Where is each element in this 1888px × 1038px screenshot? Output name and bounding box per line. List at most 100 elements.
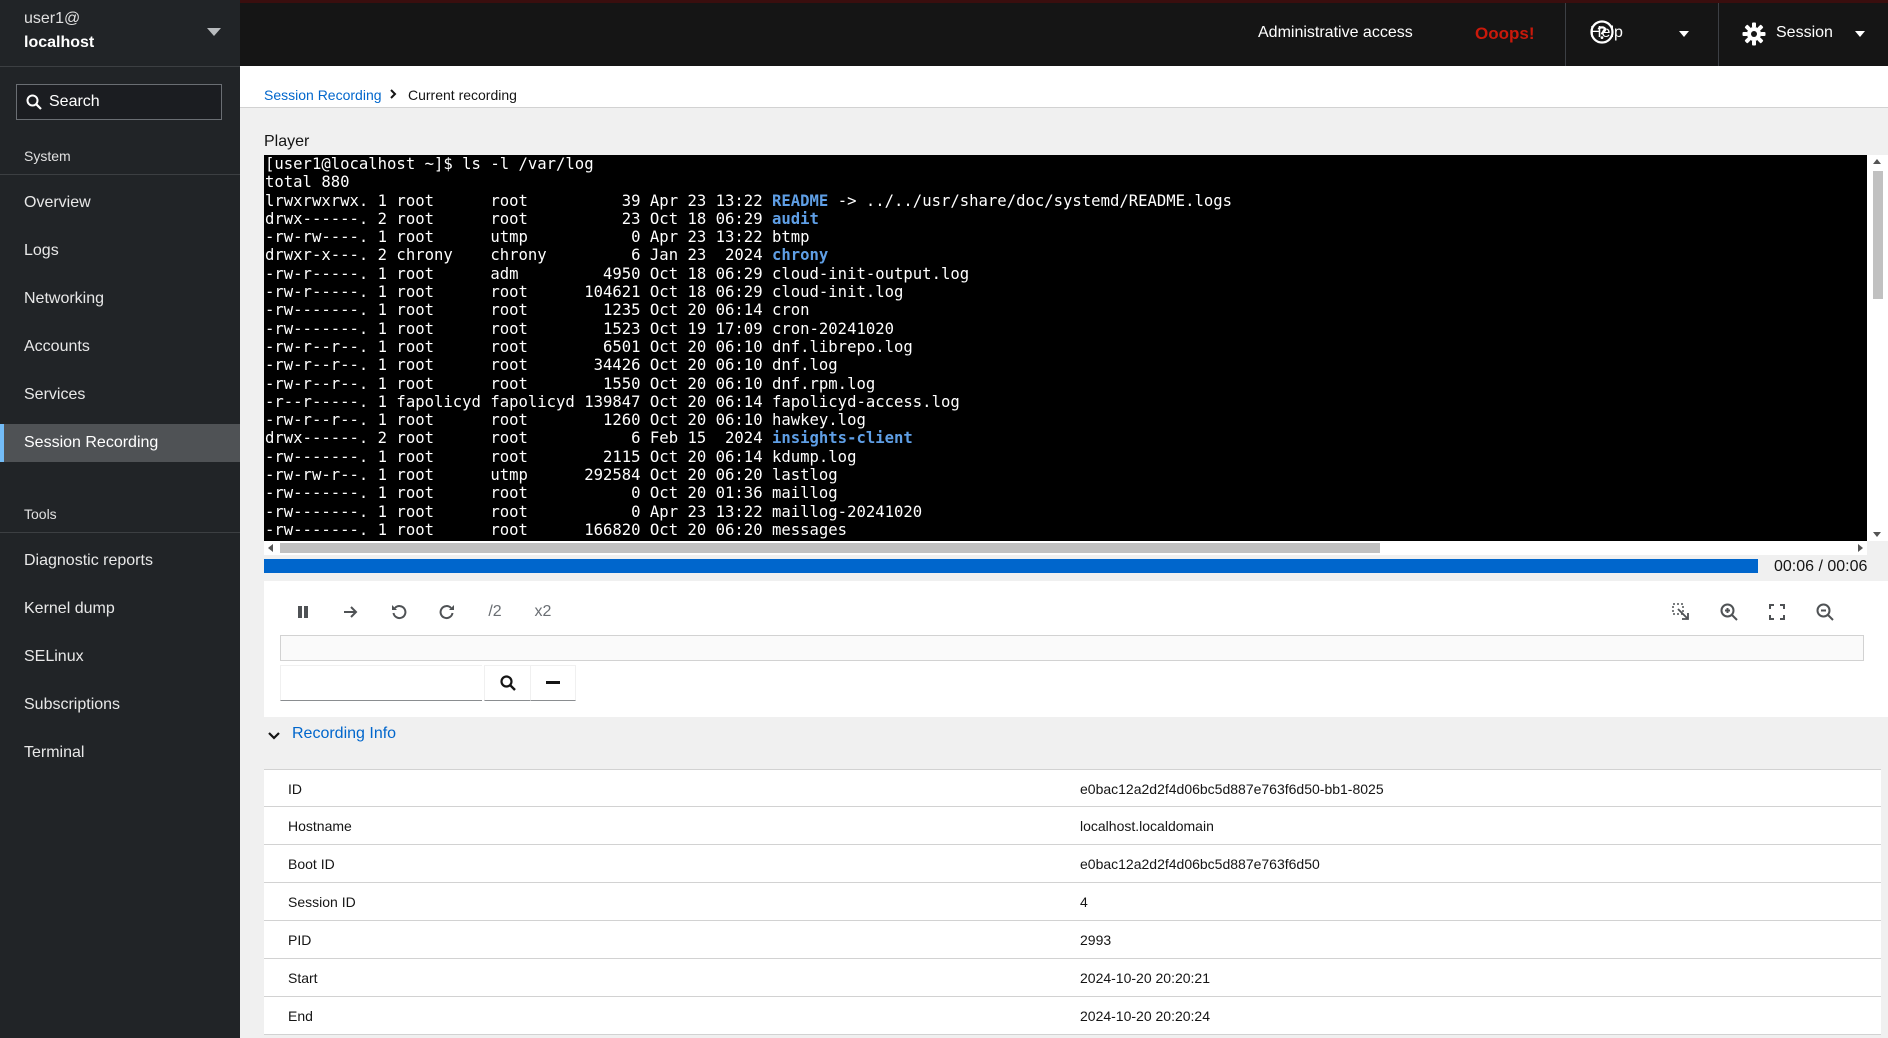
caret-down-icon[interactable] [207,28,221,36]
caret-down-icon[interactable] [1855,31,1865,37]
terminal-line-text: -rw-------. 1 root root 0 Apr 23 13:22 m… [265,502,923,521]
fast-forward-button[interactable] [430,595,464,629]
terminal-line: drwx------. 2 root root 23 Oct 18 06:29 … [265,210,819,228]
search-icon [26,94,42,110]
caret-down-icon[interactable] [1679,31,1689,37]
terminal-line-text: -rw-r--r--. 1 root root 6501 Oct 20 06:1… [265,337,913,356]
terminal-line: -rw-------. 1 root root 2115 Oct 20 06:1… [265,448,856,466]
nav-item-subscriptions[interactable]: Subscriptions [0,686,240,724]
speed-up-button[interactable]: x2 [526,595,560,629]
zoom-in-button[interactable] [1712,595,1746,629]
speed-down-button[interactable]: /2 [478,595,512,629]
pause-button[interactable] [286,595,320,629]
nav-item-diagnostic-reports[interactable]: Diagnostic reports [0,542,240,580]
restart-button[interactable] [382,595,416,629]
scroll-left-icon[interactable] [268,544,273,552]
terminal-line: -rw-------. 1 root root 1523 Oct 19 17:0… [265,320,894,338]
host-switcher[interactable]: user1@ localhost [0,0,240,67]
nav-item-session-recording[interactable]: Session Recording [0,424,240,462]
horizontal-scrollbar[interactable] [264,541,1867,555]
terminal-line: -rw-r-----. 1 root root 104621 Oct 18 06… [265,283,903,301]
nav-item-selinux[interactable]: SELinux [0,638,240,676]
terminal-line-text: [user1@localhost ~]$ ls -l /var/log [265,155,594,173]
terminal-line-text: drwxr-x---. 2 chrony chrony 6 Jan 23 202… [265,246,772,265]
terminal-line-text: -rw-r-----. 1 root adm 4950 Oct 18 06:29… [265,264,970,283]
table-row: Hostname localhost.localdomain [264,807,1881,845]
scrollbar-thumb[interactable] [1873,171,1883,299]
fullscreen-button[interactable] [1760,595,1794,629]
search-icon [499,675,516,691]
nav-item-kernel-dump[interactable]: Kernel dump [0,590,240,628]
scroll-down-icon[interactable] [1873,532,1881,537]
skip-frame-button[interactable] [334,595,368,629]
terminal-line-text: drwx------. 2 root root 6 Feb 15 2024 [265,429,772,448]
info-key: End [288,1008,313,1024]
terminal-dir-name: chrony [771,246,829,265]
terminal-line: drwx------. 2 root root 6 Feb 15 2024 in… [265,429,913,447]
terminal-line: -rw-rw-r--. 1 root utmp 292584 Oct 20 06… [265,466,838,484]
fit-to-screen-button[interactable] [1664,595,1698,629]
gear-icon[interactable] [1742,22,1766,46]
scroll-up-icon[interactable] [1873,159,1881,164]
terminal-line-text: lrwxrwxrwx. 1 root root 39 Apr 23 13:22 [265,191,772,210]
info-value: 2993 [1080,932,1112,948]
terminal-line-text: -rw-------. 1 root root 1235 Oct 20 06:1… [265,301,810,320]
recording-search-button[interactable] [484,665,530,701]
recording-search-input[interactable] [280,665,482,701]
divider [0,532,240,533]
terminal-line-text: -rw-------. 1 root root 1523 Oct 19 17:0… [265,319,895,338]
recording-clear-search-button[interactable] [530,665,576,701]
help-menu-label[interactable]: Help [1590,24,1623,42]
terminal-line-text: drwx------. 2 root root 23 Oct 18 06:29 [265,209,772,228]
info-value: 2024-10-20 20:20:24 [1080,1008,1210,1024]
info-value: 4 [1080,894,1088,910]
terminal-line-text: -rw-r--r--. 1 root root 1550 Oct 20 06:1… [265,374,876,393]
playback-progress[interactable] [264,559,1758,573]
nav-item-accounts[interactable]: Accounts [0,328,240,366]
breadcrumb-current: Current recording [408,87,517,103]
ooops-indicator[interactable]: Ooops! [1475,24,1535,44]
scroll-right-icon[interactable] [1858,544,1863,552]
info-key: ID [288,781,302,797]
session-menu-label[interactable]: Session [1776,24,1833,42]
terminal-line-text: -rw-------. 1 root root 2115 Oct 20 06:1… [265,447,857,466]
terminal-dir-name: README [771,191,829,210]
vertical-scrollbar[interactable] [1867,155,1888,541]
nav-search-box[interactable] [16,84,222,120]
nav-item-networking[interactable]: Networking [0,280,240,318]
terminal-line-text: total 880 [265,173,350,192]
terminal-line: [user1@localhost ~]$ ls -l /var/log [265,155,594,173]
terminal-view[interactable]: [user1@localhost ~]$ ls -l /var/log tota… [264,155,1867,541]
zoom-out-icon [1816,603,1834,621]
info-key: Boot ID [288,856,335,872]
nav-item-terminal[interactable]: Terminal [0,734,240,772]
info-key: Hostname [288,818,352,834]
terminal-line: -rw-------. 1 root root 1235 Oct 20 06:1… [265,301,810,319]
nav-group-system: System [24,148,71,164]
breadcrumb-link-session-recording[interactable]: Session Recording [264,87,382,103]
administrative-access-toggle[interactable]: Administrative access [1258,24,1413,42]
chevron-down-icon[interactable] [268,731,280,741]
info-value: e0bac12a2d2f4d06bc5d887e763f6d50 [1080,856,1320,872]
nav-item-overview[interactable]: Overview [0,184,240,222]
terminal-line: -r--r-----. 1 fapolicyd fapolicyd 139847… [265,393,960,411]
terminal-line-text: -rw-------. 1 root root 0 Oct 20 01:36 m… [265,484,838,503]
zoom-out-button[interactable] [1808,595,1842,629]
scrollbar-thumb[interactable] [280,543,1380,553]
info-value: 2024-10-20 20:20:21 [1080,970,1210,986]
breadcrumb: Session Recording Current recording [240,66,1888,108]
recording-info-toggle[interactable]: Recording Info [292,725,396,743]
terminal-line-text: -rw-rw----. 1 root utmp 0 Apr 23 13:22 b… [265,228,810,247]
chevron-right-icon [390,89,397,99]
table-row: Boot ID e0bac12a2d2f4d06bc5d887e763f6d50 [264,845,1881,883]
info-value: localhost.localdomain [1080,818,1214,834]
table-row: Session ID 4 [264,883,1881,921]
nav-item-logs[interactable]: Logs [0,232,240,270]
nav-item-services[interactable]: Services [0,376,240,414]
info-key: Start [288,970,318,986]
nav-search-input[interactable] [49,85,217,119]
playback-progress-fill [264,559,1758,573]
terminal-line: -rw-r-----. 1 root adm 4950 Oct 18 06:29… [265,265,969,283]
terminal-line: -rw-------. 1 root root 0 Oct 20 01:36 m… [265,484,838,502]
terminal-line: -rw-r--r--. 1 root root 1260 Oct 20 06:1… [265,411,866,429]
